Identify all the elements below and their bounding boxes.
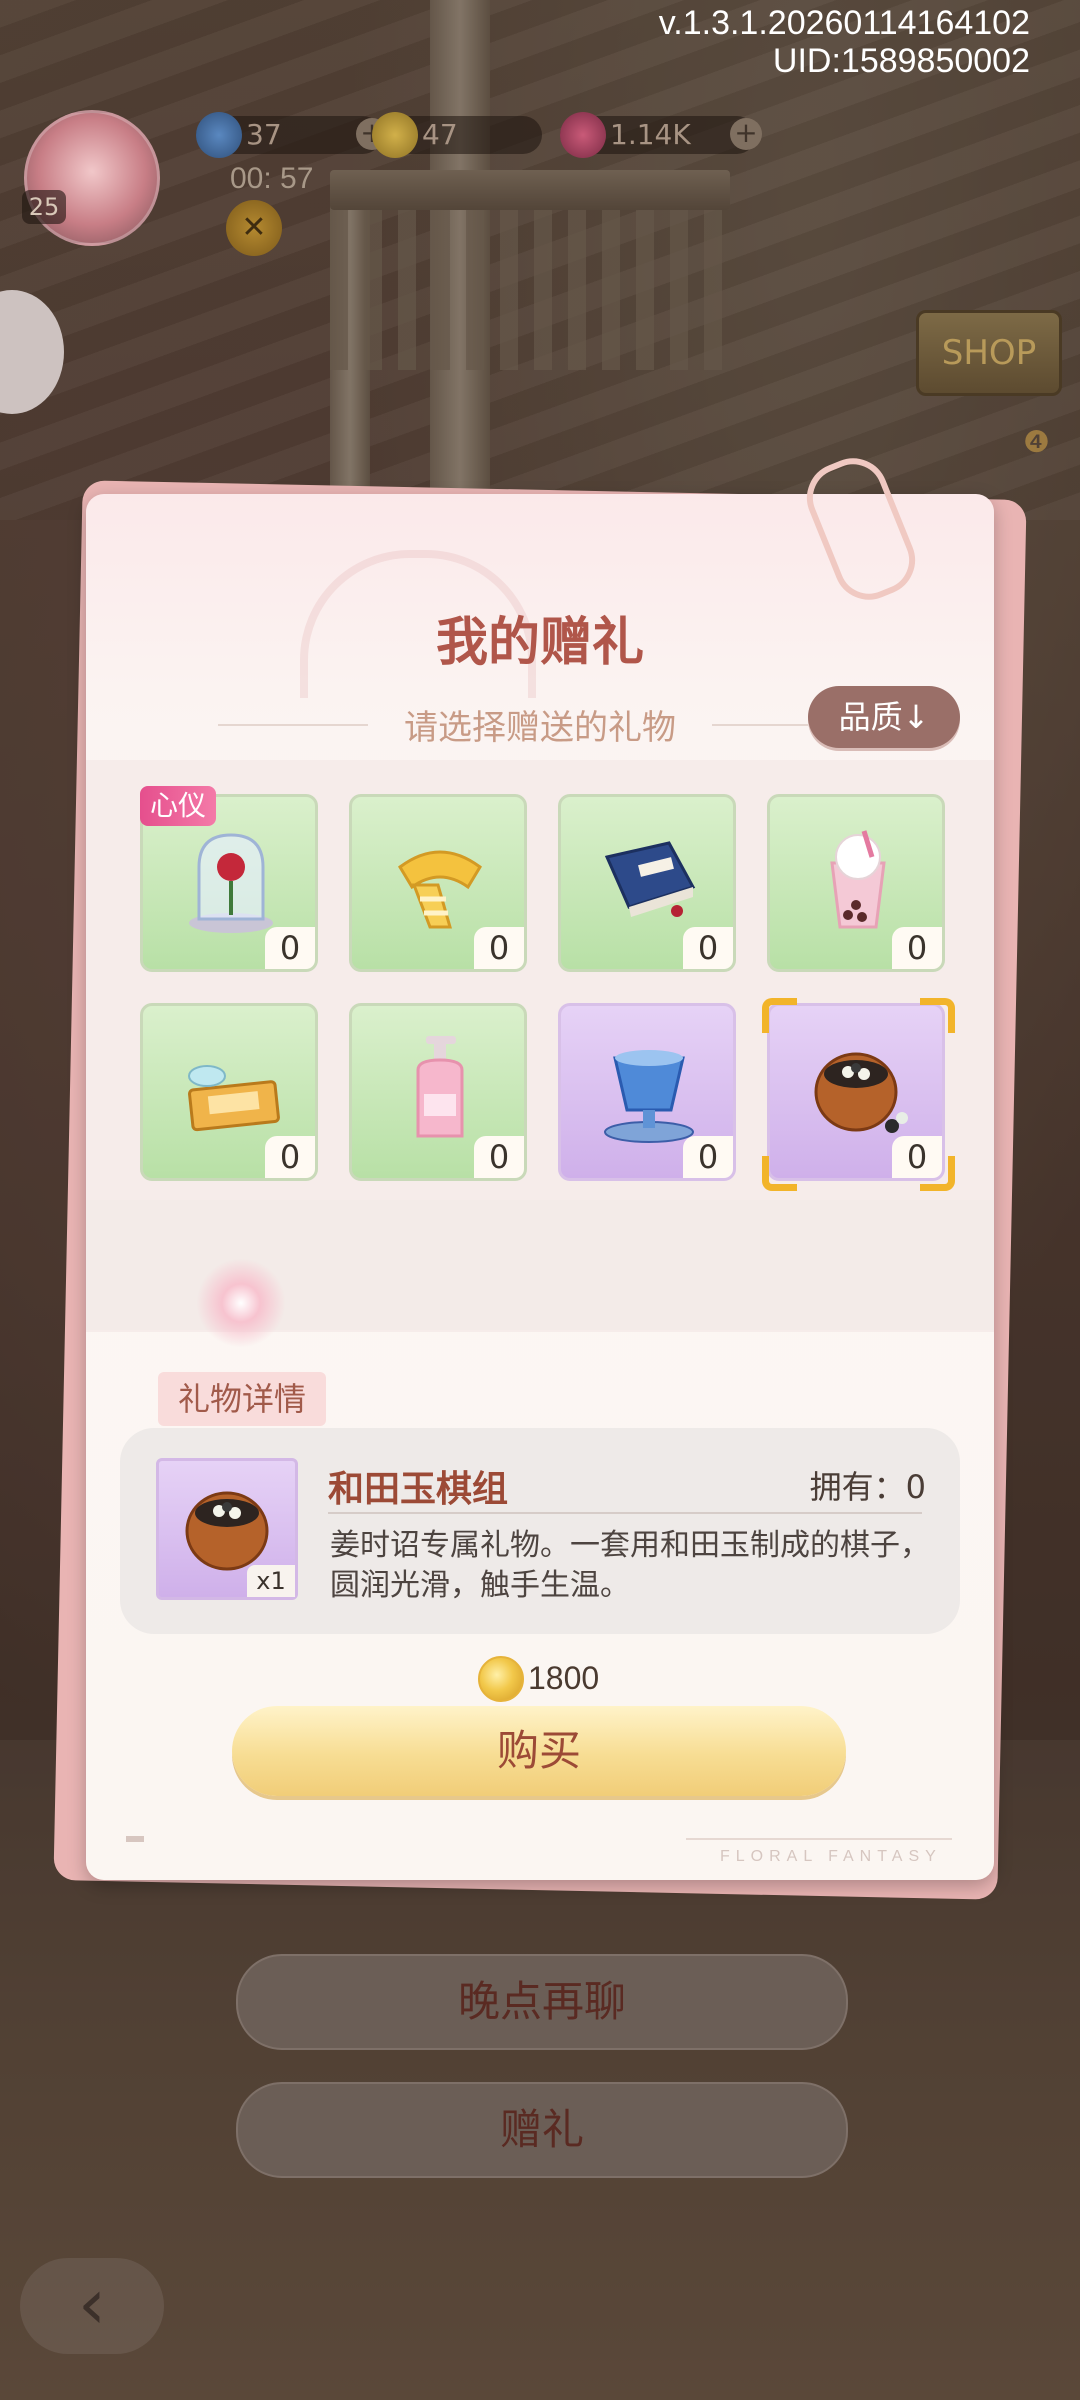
selection-corner: [762, 1156, 797, 1191]
gem-counter: 1.14K +: [560, 112, 762, 158]
ad-free-icon[interactable]: ✕: [226, 200, 282, 256]
gift-item-lotion-bottle[interactable]: 0: [349, 1003, 527, 1181]
level-badge: 25: [22, 190, 66, 224]
favorite-tag: 心仪: [140, 786, 216, 826]
gift-detail-owned: 拥有：0: [809, 1468, 926, 1506]
version-info: v.1.3.1.20260114164102 UID:1589850002: [659, 4, 1030, 80]
wish-ticket-icon: [188, 1065, 280, 1132]
gift-item-wish-ticket[interactable]: 0: [140, 1003, 318, 1181]
gift-item-scarf[interactable]: 0: [349, 794, 527, 972]
go-stones-icon: [814, 1052, 908, 1133]
back-arrow-icon[interactable]: ‹: [20, 2258, 164, 2354]
lotion-bottle-icon: [416, 1036, 464, 1138]
gem-icon: [560, 112, 606, 158]
footer-brand-text: FLORAL FANTASY: [720, 1848, 942, 1865]
gift-item-crystal-cup[interactable]: 0: [558, 1003, 736, 1181]
uid-text: UID:1589850002: [772, 42, 1030, 80]
item-count: 0: [265, 1136, 315, 1178]
book-icon: [604, 841, 696, 917]
coin-counter: 47: [372, 112, 542, 158]
sparkle-decoration: [196, 1258, 286, 1348]
milk-tea-icon: [830, 830, 886, 929]
item-count: 0: [892, 927, 942, 969]
chat-later-button[interactable]: 晚点再聊: [236, 1954, 848, 2050]
shop-sign-icon[interactable]: SHOP: [916, 310, 1062, 396]
selection-corner: [920, 1156, 955, 1191]
send-gift-button[interactable]: 赠礼: [236, 2082, 848, 2178]
gift-detail-tab: 礼物详情: [158, 1372, 326, 1426]
selection-corner: [920, 998, 955, 1033]
coin-value: 47: [422, 118, 458, 151]
footer-divider: [686, 1838, 952, 1840]
item-count: 0: [683, 927, 733, 969]
add-gem-button[interactable]: +: [730, 118, 762, 150]
crystal-cup-icon: [604, 1050, 694, 1143]
scarf-icon: [398, 850, 482, 929]
gift-detail-divider: [328, 1512, 922, 1514]
item-count: 0: [265, 927, 315, 969]
gift-price: 1800: [528, 1660, 600, 1696]
gift-detail-description: 姜时诏专属礼物。一套用和田玉制成的棋子，圆润光滑，触手生温。: [330, 1528, 930, 1603]
vip-ribbon-icon[interactable]: ❹: [1023, 425, 1050, 460]
energy-counter: 37 +: [196, 112, 388, 158]
gem-value: 1.14K: [610, 118, 691, 151]
sort-quality-button[interactable]: 品质↓: [808, 686, 960, 748]
item-count: 0: [683, 1136, 733, 1178]
energy-value: 37: [246, 118, 282, 151]
footer-decoration: [126, 1836, 144, 1842]
rose-dome-icon: [189, 833, 273, 933]
coin-icon: [478, 1656, 524, 1702]
buy-button[interactable]: 购买: [232, 1706, 846, 1796]
item-count: 0: [474, 1136, 524, 1178]
item-count: 0: [474, 927, 524, 969]
gift-item-book[interactable]: 0: [558, 794, 736, 972]
gift-detail-name: 和田玉棋组: [328, 1468, 509, 1510]
coin-icon: [372, 112, 418, 158]
lightning-icon: [196, 112, 242, 158]
version-text: v.1.3.1.20260114164102: [658, 4, 1030, 42]
energy-timer: 00: 57: [230, 162, 314, 195]
gift-detail-quantity: x1: [247, 1565, 295, 1597]
gift-detail-thumbnail: x1: [156, 1458, 298, 1600]
modal-title: 我的赠礼: [435, 612, 644, 673]
selection-corner: [762, 998, 797, 1033]
gift-item-milk-tea[interactable]: 0: [767, 794, 945, 972]
avatar[interactable]: [24, 110, 160, 246]
